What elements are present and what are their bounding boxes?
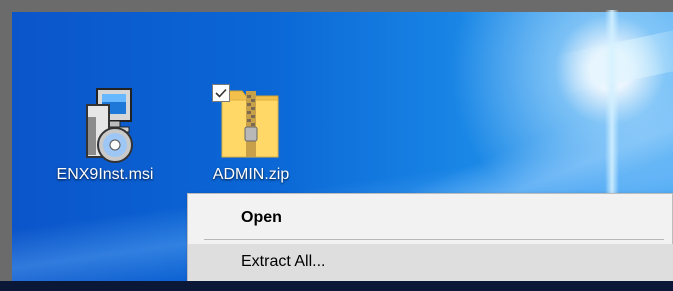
menu-separator [204,239,664,240]
window-frame-left [0,0,12,291]
window-frame-bottom [0,281,673,291]
check-icon [215,88,227,98]
menu-item-open[interactable]: Open [188,200,673,238]
menu-item-extract-all-label: Extract All... [241,253,326,270]
menu-item-extract-all[interactable]: Extract All... [188,244,673,282]
desktop-icon-msi[interactable]: ENX9Inst.msi [50,83,160,183]
zip-file-label: ADMIN.zip [212,166,290,183]
window-frame-top [0,0,673,12]
selection-checkbox[interactable] [212,84,230,102]
msi-file-label: ENX9Inst.msi [56,166,154,183]
msi-installer-icon [86,88,133,163]
menu-item-open-label: Open [241,209,282,226]
windows-desktop: ENX9Inst.msi ADMIN.zip Open Extract All.… [0,0,673,291]
context-menu: Open Extract All... [187,193,673,285]
